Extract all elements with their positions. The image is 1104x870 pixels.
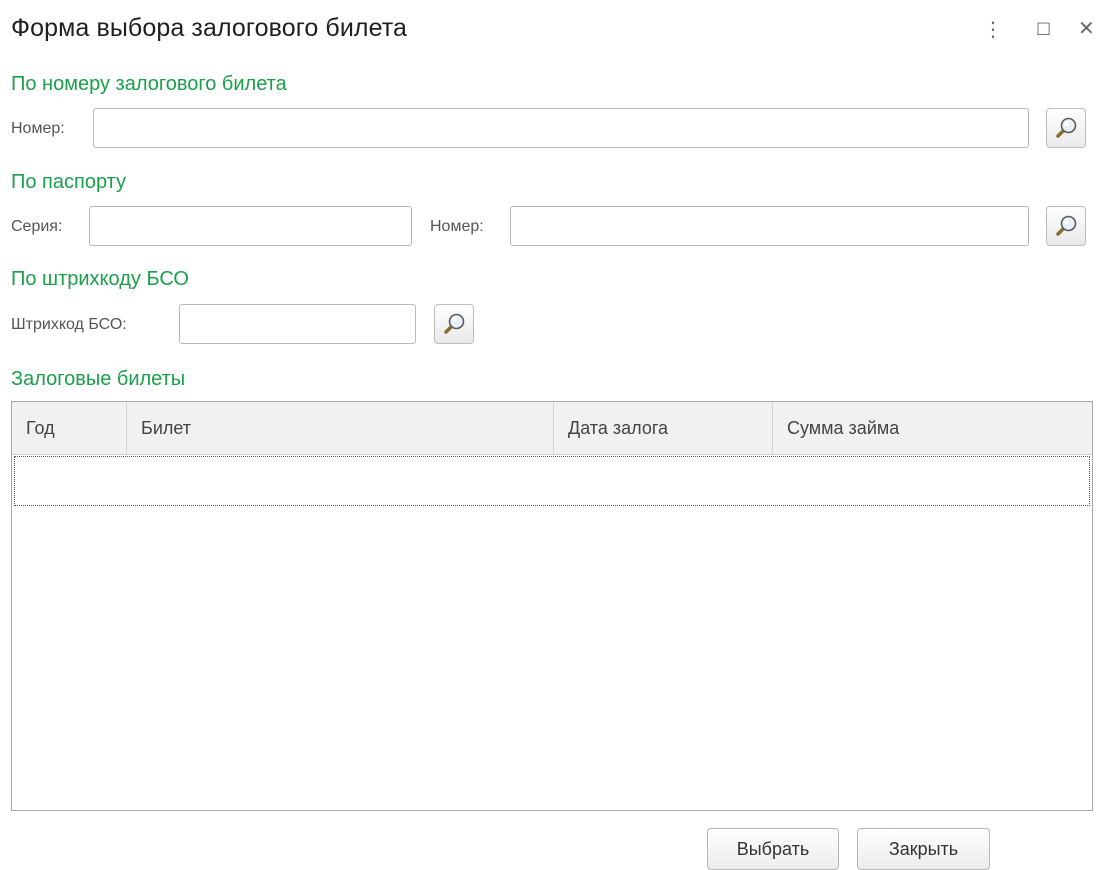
- window-title: Форма выбора залогового билета: [11, 14, 408, 42]
- search-icon: [444, 313, 465, 334]
- barcode-input[interactable]: [180, 305, 415, 343]
- column-header-loan-amount[interactable]: Сумма займа: [773, 402, 1092, 454]
- search-icon: [1056, 215, 1077, 236]
- more-icon[interactable]: ⋮: [983, 18, 1003, 42]
- section-by-barcode: По штрихкоду БСО: [11, 268, 189, 290]
- passport-number-label: Номер:: [430, 218, 484, 235]
- section-by-ticket-number: По номеру залогового билета: [11, 73, 287, 95]
- column-header-year[interactable]: Год: [12, 402, 127, 454]
- ticket-number-input[interactable]: [94, 109, 1028, 147]
- passport-series-label: Серия:: [11, 218, 63, 235]
- barcode-label: Штрихкод БСО:: [11, 316, 127, 333]
- ticket-number-label: Номер:: [11, 120, 65, 137]
- barcode-field[interactable]: [179, 304, 416, 344]
- ticket-number-field[interactable]: [93, 108, 1029, 148]
- passport-series-field[interactable]: [89, 206, 412, 246]
- section-by-passport: По паспорту: [11, 171, 127, 193]
- tickets-table[interactable]: Год Билет Дата залога Сумма займа: [11, 401, 1093, 811]
- passport-number-field[interactable]: [510, 206, 1029, 246]
- close-icon[interactable]: ✕: [1078, 17, 1095, 41]
- table-row-selected[interactable]: [14, 456, 1090, 506]
- ticket-search-button[interactable]: [1046, 108, 1086, 148]
- passport-search-button[interactable]: [1046, 206, 1086, 246]
- select-button[interactable]: Выбрать: [707, 828, 839, 870]
- column-header-pledge-date[interactable]: Дата залога: [554, 402, 773, 454]
- maximize-icon[interactable]: ☐: [1036, 18, 1051, 42]
- barcode-search-button[interactable]: [434, 304, 474, 344]
- passport-number-input[interactable]: [511, 207, 1028, 245]
- column-header-ticket[interactable]: Билет: [127, 402, 554, 454]
- close-button[interactable]: Закрыть: [857, 828, 990, 870]
- section-tickets: Залоговые билеты: [11, 368, 186, 390]
- search-icon: [1056, 117, 1077, 138]
- passport-series-input[interactable]: [90, 207, 411, 245]
- tickets-table-header: Год Билет Дата залога Сумма займа: [12, 402, 1092, 455]
